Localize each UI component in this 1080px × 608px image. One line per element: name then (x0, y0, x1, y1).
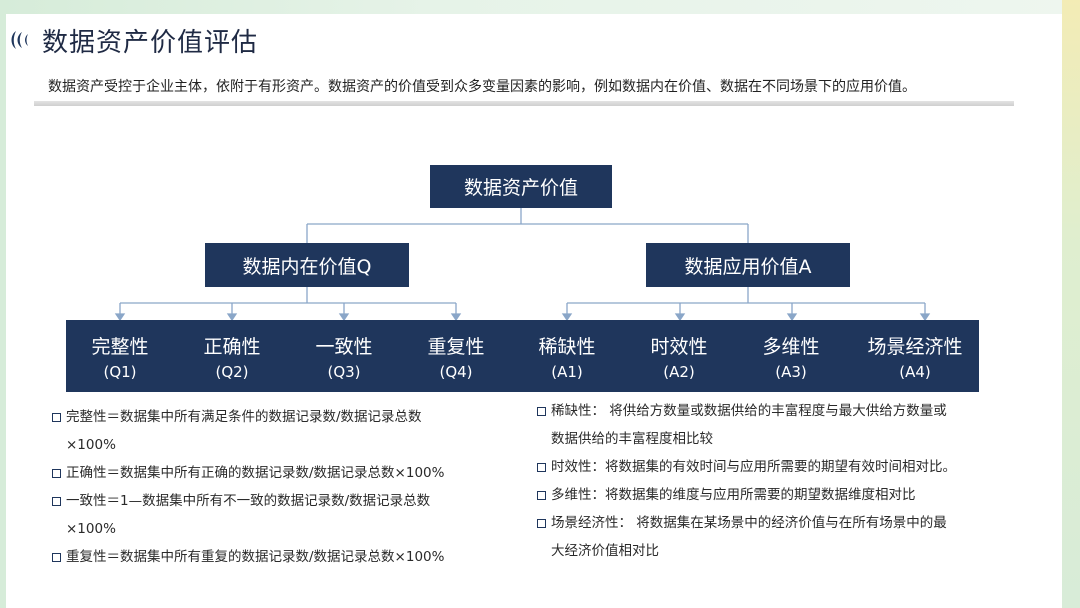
title-bar: 数据资产价值评估 (8, 22, 258, 58)
bullet-square-icon (52, 469, 61, 478)
category-row: 完整性 (Q1) 正确性 (Q2) 一致性 (Q3) 重复性 (Q4) 稀缺性 … (66, 320, 979, 392)
page-title: 数据资产价值评估 (42, 27, 259, 58)
category-name: 场景经济性 (867, 336, 963, 358)
side-decoration (1062, 0, 1080, 608)
definition-text-cont: 数据供给的丰富程度相比较 (551, 431, 713, 447)
logo-icon (11, 31, 28, 49)
category-name: 时效性 (650, 336, 708, 358)
category-q3: 一致性 (Q3) (288, 320, 400, 392)
category-name: 一致性 (315, 336, 373, 358)
category-code: (Q1) (103, 363, 137, 381)
application-definitions: 稀缺性： 将供给方数量或数据供给的丰富程度与最大供给方数量或 数据供给的丰富程度… (537, 397, 1017, 565)
category-code: (Q3) (327, 363, 361, 381)
definition-text: 场景经济性： 将数据集在某场景中的经济价值与在所有场景中的最 (551, 515, 947, 531)
category-q1: 完整性 (Q1) (64, 320, 176, 392)
root-node: 数据资产价值 (430, 165, 612, 208)
bullet-square-icon (537, 407, 546, 416)
category-a3: 多维性 (A3) (735, 320, 847, 392)
definition-text-cont: 大经济价值相对比 (551, 543, 659, 559)
definition-text-cont: ×100% (66, 437, 116, 453)
bullet-square-icon (537, 491, 546, 500)
category-name: 稀缺性 (538, 336, 596, 358)
divider (34, 101, 1014, 106)
category-code: (A4) (899, 363, 931, 381)
definition-item: 场景经济性： 将数据集在某场景中的经济价值与在所有场景中的最 大经济价值相对比 (537, 509, 1017, 565)
definition-text: 正确性＝数据集中所有正确的数据记录数/数据记录总数×100% (66, 465, 445, 481)
definition-text: 多维性：将数据集的维度与应用所需要的期望数据维度相对比 (551, 487, 916, 503)
category-a2: 时效性 (A2) (623, 320, 735, 392)
category-q2: 正确性 (Q2) (176, 320, 288, 392)
definition-item: 重复性＝数据集中所有重复的数据记录数/数据记录总数×100% (52, 543, 512, 571)
definition-item: 稀缺性： 将供给方数量或数据供给的丰富程度与最大供给方数量或 数据供给的丰富程度… (537, 397, 1017, 453)
category-code: (A1) (551, 363, 583, 381)
definition-text: 完整性＝数据集中所有满足条件的数据记录数/数据记录总数 (66, 409, 422, 425)
bullet-square-icon (52, 553, 61, 562)
category-code: (Q2) (215, 363, 249, 381)
intrinsic-value-node: 数据内在价值Q (205, 243, 409, 287)
application-value-node: 数据应用价值A (646, 243, 850, 287)
intrinsic-definitions: 完整性＝数据集中所有满足条件的数据记录数/数据记录总数 ×100% 正确性＝数据… (52, 403, 512, 571)
definition-item: 多维性：将数据集的维度与应用所需要的期望数据维度相对比 (537, 481, 1017, 509)
category-code: (A2) (663, 363, 695, 381)
definition-item: 正确性＝数据集中所有正确的数据记录数/数据记录总数×100% (52, 459, 512, 487)
category-a4: 场景经济性 (A4) (855, 320, 975, 392)
definition-item: 一致性＝1—数据集中所有不一致的数据记录数/数据记录总数 ×100% (52, 487, 512, 543)
category-name: 重复性 (427, 336, 485, 358)
category-name: 完整性 (91, 336, 149, 358)
category-name: 多维性 (762, 336, 820, 358)
definition-text: 稀缺性： 将供给方数量或数据供给的丰富程度与最大供给方数量或 (551, 403, 947, 419)
definition-text-cont: ×100% (66, 521, 116, 537)
category-code: (A3) (775, 363, 807, 381)
category-name: 正确性 (203, 336, 261, 358)
bullet-square-icon (537, 519, 546, 528)
definition-text: 一致性＝1—数据集中所有不一致的数据记录数/数据记录总数 (66, 493, 431, 509)
definition-item: 时效性：将数据集的有效时间与应用所需要的期望有效时间相对比。 (537, 453, 1017, 481)
category-q4: 重复性 (Q4) (400, 320, 512, 392)
bullet-square-icon (52, 497, 61, 506)
definition-text: 重复性＝数据集中所有重复的数据记录数/数据记录总数×100% (66, 549, 445, 565)
definition-text: 时效性：将数据集的有效时间与应用所需要的期望有效时间相对比。 (551, 459, 956, 475)
bullet-square-icon (52, 413, 61, 422)
category-code: (Q4) (439, 363, 473, 381)
definition-item: 完整性＝数据集中所有满足条件的数据记录数/数据记录总数 ×100% (52, 403, 512, 459)
bullet-square-icon (537, 463, 546, 472)
category-a1: 稀缺性 (A1) (511, 320, 623, 392)
subtitle: 数据资产受控于企业主体，依附于有形资产。数据资产的价值受到众多变量因素的影响，例… (48, 79, 916, 95)
